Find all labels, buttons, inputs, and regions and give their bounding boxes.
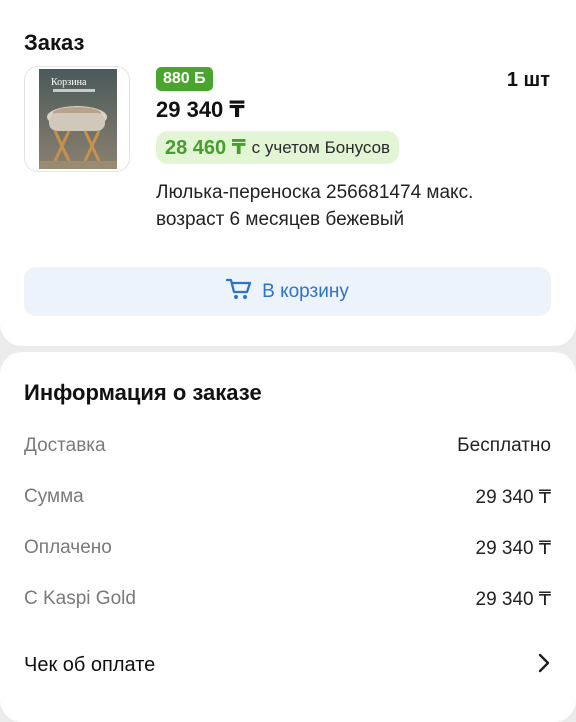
payment-receipt-link[interactable]: Чек об оплате <box>24 647 551 683</box>
info-row-sum: Сумма 29 340 ₸ <box>24 482 551 512</box>
product-price: 29 340 ₸ <box>156 97 245 122</box>
bonus-price-value: 28 460 ₸ <box>165 137 246 159</box>
quantity: 1 шт <box>506 69 550 91</box>
order-info-card: Информация о заказе Доставка Бесплатно С… <box>0 352 576 722</box>
info-row-value: Бесплатно <box>457 435 551 456</box>
info-row-label: Оплачено <box>24 537 112 558</box>
info-row-label: Доставка <box>24 435 106 456</box>
info-row-value: 29 340 ₸ <box>475 537 551 559</box>
info-row-value: 29 340 ₸ <box>475 588 551 610</box>
product-thumbnail[interactable]: Корзина <box>24 66 130 172</box>
thumbnail-caption: Корзина <box>51 77 87 88</box>
info-row-kaspi-gold: С Kaspi Gold 29 340 ₸ <box>24 584 551 614</box>
order-card: Заказ Корзина 880 Б 1 шт 29 340 ₸ 28 460… <box>0 0 576 346</box>
order-title: Заказ <box>24 30 85 55</box>
bonus-price-note: с учетом Бонусов <box>251 137 391 157</box>
chevron-right-icon <box>537 652 551 679</box>
info-row-label: С Kaspi Gold <box>24 588 136 609</box>
order-info-title: Информация о заказе <box>24 380 262 405</box>
bonus-badge: 880 Б <box>156 67 213 91</box>
info-row-label: Сумма <box>24 486 84 507</box>
cart-icon <box>225 277 252 307</box>
info-row-delivery: Доставка Бесплатно <box>24 431 551 461</box>
add-to-cart-label: В корзину <box>262 280 349 302</box>
payment-receipt-label: Чек об оплате <box>24 653 156 676</box>
info-row-value: 29 340 ₸ <box>475 486 551 508</box>
product-name[interactable]: Люлька-переноска 256681474 макс. возраст… <box>156 179 546 233</box>
info-row-paid: Оплачено 29 340 ₸ <box>24 533 551 563</box>
bonus-price-pill: 28 460 ₸ с учетом Бонусов <box>156 131 400 164</box>
add-to-cart-button[interactable]: В корзину <box>24 267 551 316</box>
